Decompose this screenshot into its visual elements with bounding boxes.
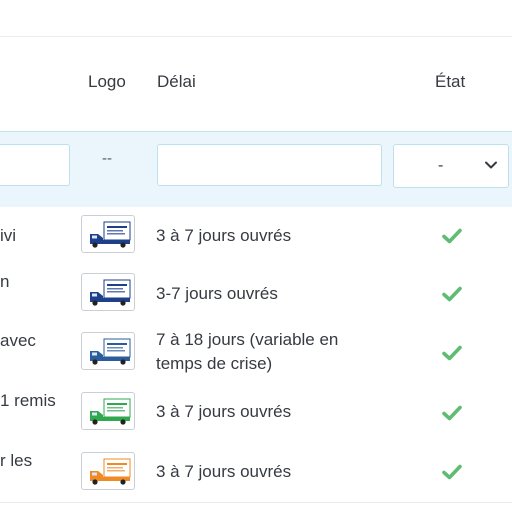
column-header-delay[interactable]: Délai	[157, 72, 196, 92]
check-icon[interactable]	[442, 286, 462, 302]
truck-icon	[90, 221, 131, 248]
delivery-delay: 3 à 7 jours ouvrés	[156, 400, 386, 424]
filter-state-select[interactable]: -	[393, 144, 509, 188]
chevron-down-icon	[485, 161, 497, 169]
filter-logo-placeholder: --	[102, 150, 112, 167]
carrier-logo	[81, 215, 135, 253]
filter-delay-input[interactable]	[157, 144, 382, 186]
carrier-logo	[81, 273, 135, 311]
delay-line: 3 à 7 jours ouvrés	[156, 462, 292, 481]
carrier-name: r les	[0, 451, 33, 470]
delivery-delay: 7 à 18 jours (variable en temps de crise)	[156, 328, 386, 376]
top-bar	[0, 0, 512, 37]
delay-line: 3-7 jours ouvrés	[156, 284, 278, 303]
delay-line: temps de crise)	[156, 354, 273, 373]
filter-state-value: -	[438, 157, 444, 174]
filter-name-input[interactable]	[0, 144, 70, 186]
truck-icon	[90, 338, 131, 365]
carrier-name: avec	[0, 331, 36, 350]
delivery-delay: 3-7 jours ouvrés	[156, 282, 386, 306]
delivery-delay: 3 à 7 jours ouvrés	[156, 224, 386, 248]
carrier-logo	[81, 392, 135, 430]
truck-icon	[90, 279, 131, 306]
delay-line: 3 à 7 jours ouvrés	[156, 402, 292, 421]
column-header-state[interactable]: État	[435, 72, 465, 92]
check-icon[interactable]	[442, 405, 462, 421]
delivery-delay: 3 à 7 jours ouvrés	[156, 460, 386, 484]
carrier-name: n	[0, 272, 10, 291]
check-icon[interactable]	[442, 345, 462, 361]
carrier-logo	[81, 452, 135, 490]
column-header-logo[interactable]: Logo	[88, 72, 126, 92]
truck-icon	[90, 398, 131, 425]
carrier-name: 1 remis	[0, 391, 56, 410]
delay-line: 7 à 18 jours (variable en	[156, 330, 339, 349]
carrier-name: ivi	[0, 226, 17, 245]
check-icon[interactable]	[442, 228, 462, 244]
check-icon[interactable]	[442, 464, 462, 480]
delay-line: 3 à 7 jours ouvrés	[156, 226, 292, 245]
carrier-logo	[81, 332, 135, 370]
truck-icon	[90, 458, 131, 485]
